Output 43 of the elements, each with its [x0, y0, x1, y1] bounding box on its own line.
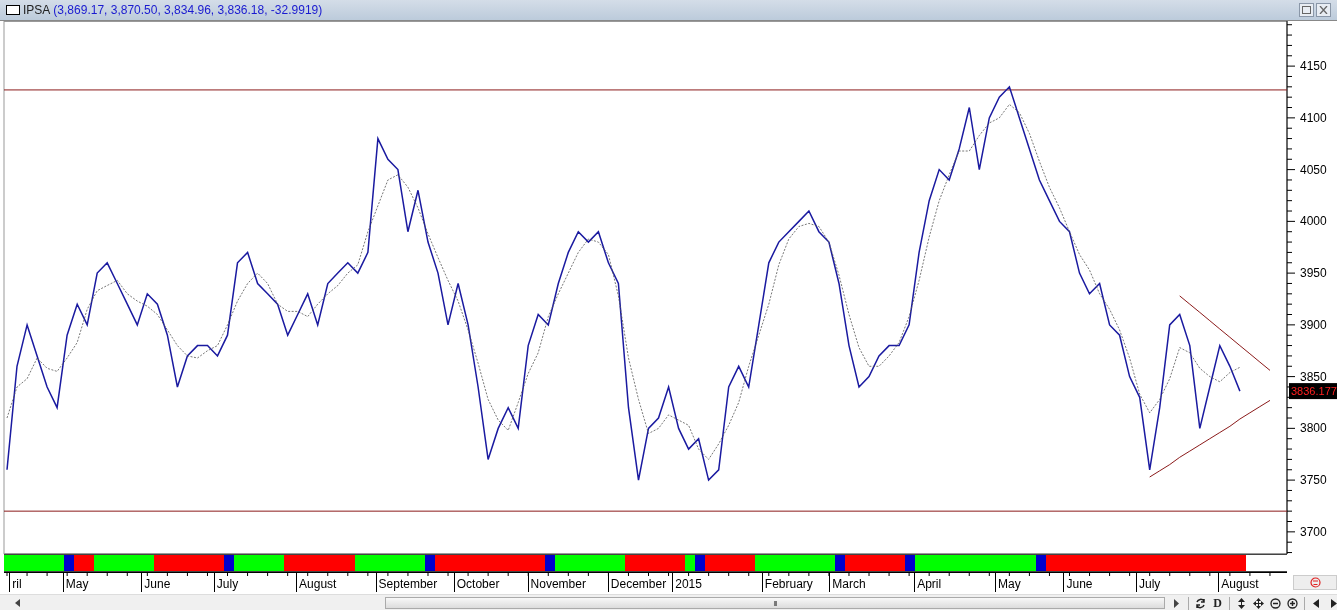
- x-axis-label: August: [299, 577, 337, 591]
- y-axis-label: 3800: [1300, 421, 1327, 436]
- horizontal-scrollbar[interactable]: III: [0, 596, 1165, 610]
- alarm-icon: [1309, 577, 1321, 588]
- y-axis-label: 4100: [1300, 110, 1327, 125]
- x-axis-label: February: [764, 577, 813, 591]
- y-axis-label: 4050: [1300, 162, 1327, 177]
- y-axis-label: 3750: [1300, 473, 1327, 488]
- x-axis-label: June: [144, 577, 171, 591]
- x-axis-label: May: [998, 577, 1021, 591]
- x-axis-label: August: [1221, 577, 1259, 591]
- x-axis-label: April: [917, 577, 942, 591]
- x-axis-label: March: [832, 577, 866, 591]
- zoom-out-icon[interactable]: [1268, 596, 1283, 610]
- scroll-left-icon[interactable]: [14, 599, 22, 607]
- y-axis-label: 3950: [1300, 266, 1327, 281]
- close-button[interactable]: [1316, 3, 1331, 17]
- x-axis-label: May: [65, 577, 89, 591]
- x-axis-label: December: [610, 577, 667, 591]
- x-axis-label: 2015: [675, 577, 702, 591]
- quote-values: (3,869.17, 3,870.50, 3,834.96, 3,836.18, -32.9919): [53, 3, 323, 17]
- x-axis-label: ril: [12, 577, 22, 591]
- y-axis-label: 4150: [1300, 59, 1327, 74]
- x-axis-label: July: [1139, 577, 1161, 591]
- symbol-name: IPSA: [23, 3, 51, 17]
- x-axis-label: October: [456, 577, 500, 591]
- y-axis-label: 4000: [1300, 214, 1327, 229]
- last-price-label: 3836.177: [1289, 383, 1337, 400]
- daily-button[interactable]: D: [1210, 596, 1225, 610]
- scroll-thumb[interactable]: III: [385, 597, 1165, 609]
- alarm-button[interactable]: [1293, 575, 1337, 590]
- x-axis-label: July: [216, 577, 239, 591]
- y-axis-label: 3700: [1300, 524, 1327, 539]
- y-axis-label: 3900: [1300, 317, 1327, 332]
- move-icon[interactable]: [1251, 596, 1266, 610]
- x-axis-label: September: [378, 577, 438, 591]
- window-icon: [6, 5, 20, 15]
- maximize-button[interactable]: [1299, 3, 1314, 17]
- x-axis-label: November: [530, 577, 586, 591]
- x-axis-label: June: [1066, 577, 1093, 591]
- y-axis-label: 3850: [1300, 369, 1327, 384]
- refresh-icon[interactable]: [1193, 596, 1208, 610]
- zoom-in-icon[interactable]: [1285, 596, 1300, 610]
